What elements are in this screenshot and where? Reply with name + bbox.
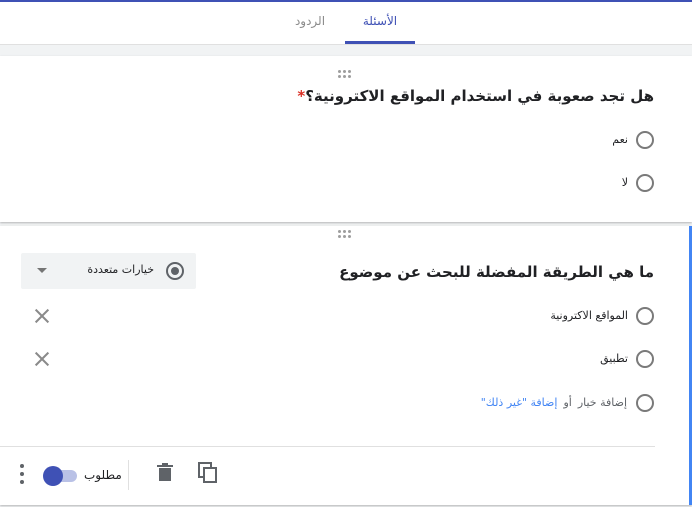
required-toggle[interactable] <box>43 466 77 486</box>
copy-icon[interactable] <box>198 462 218 484</box>
tab-questions[interactable]: الأسئلة <box>345 2 415 44</box>
radio-option-1 <box>636 307 654 325</box>
toggle-thumb <box>43 466 63 486</box>
radio-option-yes[interactable] <box>636 131 654 149</box>
dropdown-arrow-icon <box>37 268 47 273</box>
active-tab-indicator <box>345 41 415 44</box>
radio-option-2 <box>636 350 654 368</box>
tab-bar: الردود الأسئلة <box>0 2 692 45</box>
tab-responses[interactable]: الردود <box>285 2 335 44</box>
required-label: مطلوب <box>84 468 122 482</box>
option-label-no: لا <box>621 176 628 189</box>
drag-handle-icon[interactable] <box>338 70 354 80</box>
question-type-dropdown[interactable]: خيارات متعددة <box>21 253 196 289</box>
question-title-text: هل تجد صعوبة في استخدام المواقع الاكترون… <box>305 87 654 105</box>
more-vert-icon[interactable] <box>18 463 26 485</box>
add-option-link[interactable]: إضافة خيار <box>578 396 627 409</box>
or-text: أو <box>563 396 572 409</box>
radio-type-icon <box>166 262 184 280</box>
radio-option-no[interactable] <box>636 174 654 192</box>
drag-handle-icon[interactable] <box>338 230 354 240</box>
trash-icon[interactable] <box>156 462 176 484</box>
option-label-yes: نعم <box>612 133 628 146</box>
add-other-link[interactable]: إضافة "غير ذلك" <box>481 396 558 409</box>
footer-divider <box>0 446 655 447</box>
option-input-2[interactable]: تطبيق <box>600 352 628 365</box>
question-title[interactable]: هل تجد صعوبة في استخدام المواقع الاكترون… <box>293 87 654 105</box>
close-icon[interactable] <box>34 308 50 324</box>
option-input-1[interactable]: المواقع الاكترونية <box>550 309 628 322</box>
radio-add-option <box>636 394 654 412</box>
add-option-row: إضافة خيار أو إضافة "غير ذلك" <box>481 396 627 409</box>
close-icon[interactable] <box>34 351 50 367</box>
question-title-input[interactable]: ما هي الطريقة المفضلة للبحث عن موضوع <box>339 263 654 281</box>
footer-separator <box>128 460 129 490</box>
question-type-label: خيارات متعددة <box>87 263 154 276</box>
tab-questions-label: الأسئلة <box>362 14 398 28</box>
question-card-1[interactable]: هل تجد صعوبة في استخدام المواقع الاكترون… <box>0 56 692 222</box>
